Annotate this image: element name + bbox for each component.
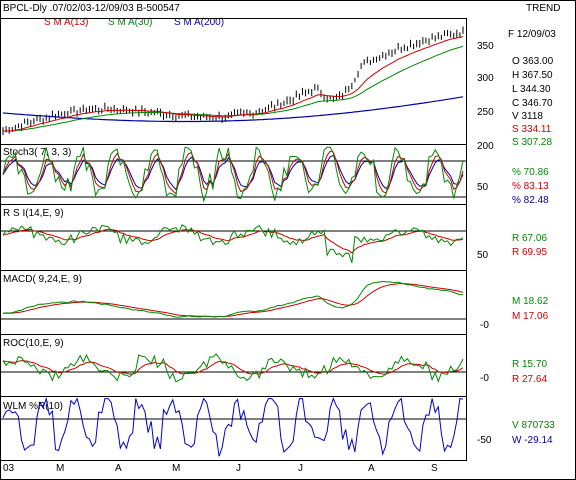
series-layer <box>2 26 464 457</box>
y-tick-350: 350 <box>477 41 494 52</box>
info-date: F 12/09/03 <box>508 29 556 40</box>
macd-title: MACD( 9,24,E, 9) <box>3 274 82 285</box>
stock-chart: BPCL-Dly .07/02/03-12/09/03 B-500547 TRE… <box>0 0 576 480</box>
stoch-k-line <box>2 146 464 203</box>
wlm-line <box>2 396 464 457</box>
sma200-line <box>2 96 464 123</box>
roc-value-1: R 15.70 <box>512 359 547 370</box>
x-tick-a1: A <box>115 463 122 474</box>
x-tick-a2: A <box>368 463 375 474</box>
macd-signal-line <box>2 283 464 318</box>
rsi-value-1: R 67.06 <box>512 233 547 244</box>
y-tick-250: 250 <box>477 107 494 118</box>
wlm-title: WLM %R(10) <box>3 401 63 412</box>
roc-line <box>2 353 464 383</box>
stoch-value-2: % 83.13 <box>512 181 549 192</box>
info-high: H 367.50 <box>512 70 553 81</box>
trend-label: TREND <box>526 3 560 14</box>
stoch-value-3: % 82.48 <box>512 195 549 206</box>
wlm-y-tick: -50 <box>477 435 492 446</box>
x-tick-m1: M <box>56 463 64 474</box>
wlm-value-1: V 870733 <box>512 420 555 431</box>
sma13-line <box>2 35 464 132</box>
macd-line <box>2 280 464 318</box>
info-sma30: S 307.28 <box>512 137 552 148</box>
macd-value-1: M 18.62 <box>512 296 549 307</box>
rsi-value-2: R 69.95 <box>512 247 547 258</box>
info-open: O 363.00 <box>512 56 554 67</box>
macd-value-2: M 17.06 <box>512 311 549 322</box>
macd-y-tick: -0 <box>480 320 489 331</box>
chart-title: BPCL-Dly .07/02/03-12/09/03 B-500547 <box>3 3 180 14</box>
roc-y-tick: -0 <box>480 373 489 384</box>
wlm-value-2: W -29.14 <box>512 435 553 446</box>
reference-lines <box>1 160 466 420</box>
info-low: L 344.30 <box>512 84 551 95</box>
roc-panel <box>0 334 467 397</box>
x-tick-s: S <box>431 463 438 474</box>
stoch-y-tick: 50 <box>477 182 489 193</box>
info-volume: V 3118 <box>512 111 543 122</box>
rsi-panel <box>0 204 467 271</box>
price-y-ticks: 350 300 250 200 <box>477 41 494 152</box>
price-info: F 12/09/03 O 363.00 H 367.50 L 344.30 C … <box>508 29 556 148</box>
info-close: C 346.70 <box>512 98 553 109</box>
roc-value-2: R 27.64 <box>512 374 547 385</box>
price-panel <box>0 18 467 145</box>
rsi-y-tick: 50 <box>477 250 489 261</box>
x-tick-j2: J <box>298 463 303 474</box>
stoch-value-1: % 70.86 <box>512 167 549 178</box>
y-tick-200: 200 <box>477 141 494 152</box>
info-sma13: S 334.11 <box>512 124 552 135</box>
x-tick-j1: J <box>236 463 241 474</box>
y-tick-300: 300 <box>477 73 494 84</box>
roc-title: ROC(10,E, 9) <box>3 338 64 349</box>
x-tick-03: 03 <box>3 463 15 474</box>
rsi-title: R S I(14,E, 9) <box>3 208 64 219</box>
x-tick-m2: M <box>172 463 180 474</box>
x-axis: 03 M A M J J A S <box>3 463 438 474</box>
